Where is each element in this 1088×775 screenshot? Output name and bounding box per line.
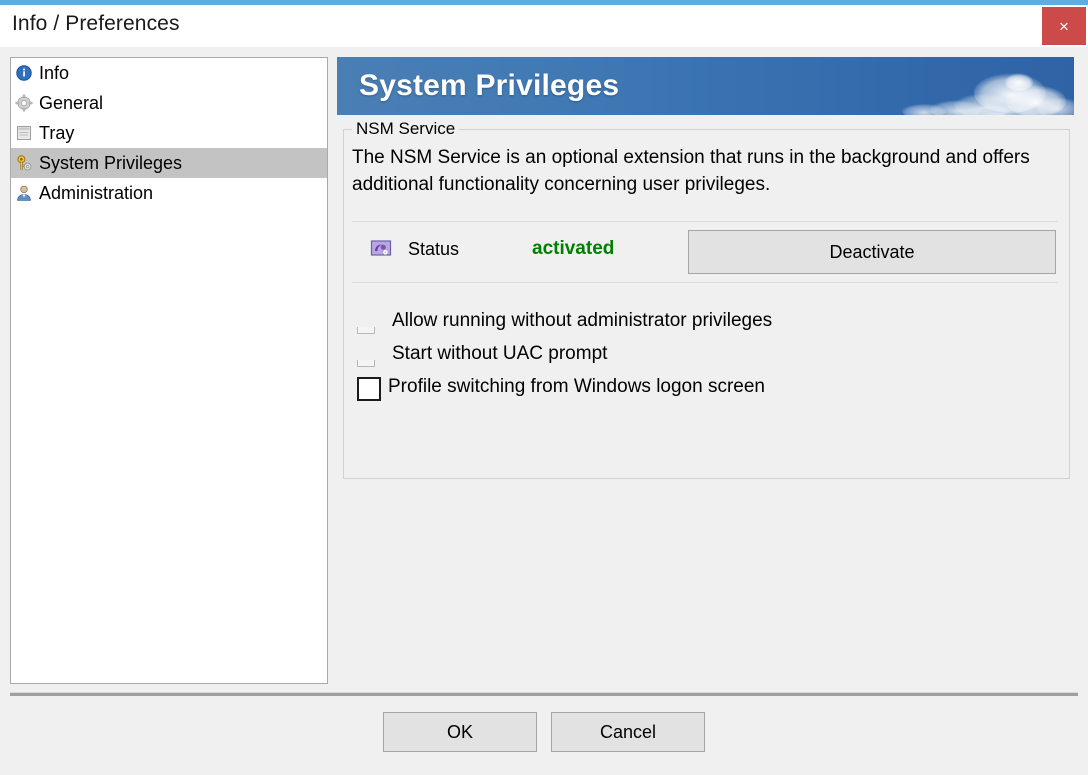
close-button[interactable]: × <box>1042 7 1086 45</box>
key-gear-icon <box>15 154 33 172</box>
sidebar-item-label: Tray <box>39 122 75 143</box>
gear-icon <box>15 94 33 112</box>
sidebar-item-label: System Privileges <box>39 152 183 173</box>
sidebar-item-info[interactable]: Info <box>11 58 327 88</box>
group-title: NSM Service <box>352 119 460 139</box>
start-without-uac-checkbox[interactable] <box>357 360 375 367</box>
option-label: Start without UAC prompt <box>392 343 608 364</box>
option-row-profile-switching[interactable]: Profile switching from Windows logon scr… <box>352 374 1058 407</box>
close-icon: × <box>1059 16 1069 36</box>
profile-switching-checkbox[interactable] <box>357 377 381 401</box>
service-icon <box>370 238 392 260</box>
status-label: Status <box>408 239 460 259</box>
ok-button[interactable]: OK <box>383 712 537 752</box>
window-title: Info / Preferences <box>12 12 180 35</box>
info-icon <box>15 64 33 82</box>
deactivate-button[interactable]: Deactivate <box>688 230 1056 274</box>
content-pane: System Privileges NSM Service The NSM Se… <box>337 57 1074 682</box>
sidebar-item-label: General <box>39 92 104 113</box>
sidebar-item-general[interactable]: General <box>11 88 327 118</box>
status-value: activated <box>532 238 615 259</box>
option-label: Profile switching from Windows logon scr… <box>388 376 765 397</box>
footer-button-bar: OK Cancel <box>0 712 1088 752</box>
page-banner: System Privileges <box>337 57 1074 115</box>
sidebar-item-label: Info <box>39 62 70 83</box>
cancel-button[interactable]: Cancel <box>551 712 705 752</box>
sidebar-item-system-privileges[interactable]: System Privileges <box>11 148 327 178</box>
allow-without-admin-checkbox[interactable] <box>357 327 375 334</box>
option-row-allow-without-admin[interactable]: Allow running without administrator priv… <box>352 308 1058 341</box>
window-icon <box>15 124 33 142</box>
dialog-body: Info General Tray System Privileges Admi… <box>0 47 1088 775</box>
banner-title: System Privileges <box>359 69 620 102</box>
option-label: Allow running without administrator priv… <box>392 310 773 331</box>
group-description: The NSM Service is an optional extension… <box>352 147 1030 195</box>
status-row: Status activated Deactivate <box>352 221 1058 283</box>
sidebar-item-administration[interactable]: Administration <box>11 178 327 208</box>
cloud-graphic <box>902 73 1074 115</box>
options-list: Allow running without administrator priv… <box>352 308 1058 407</box>
sidebar-navigation-list[interactable]: Info General Tray System Privileges Admi… <box>10 57 328 684</box>
option-row-start-without-uac[interactable]: Start without UAC prompt <box>352 341 1058 374</box>
sidebar-item-label: Administration <box>39 182 154 203</box>
footer-separator <box>10 692 1078 696</box>
nsm-service-group: NSM Service The NSM Service is an option… <box>343 119 1070 479</box>
user-icon <box>15 184 33 202</box>
sidebar-item-tray[interactable]: Tray <box>11 118 327 148</box>
title-bar: Info / Preferences × <box>0 5 1088 47</box>
